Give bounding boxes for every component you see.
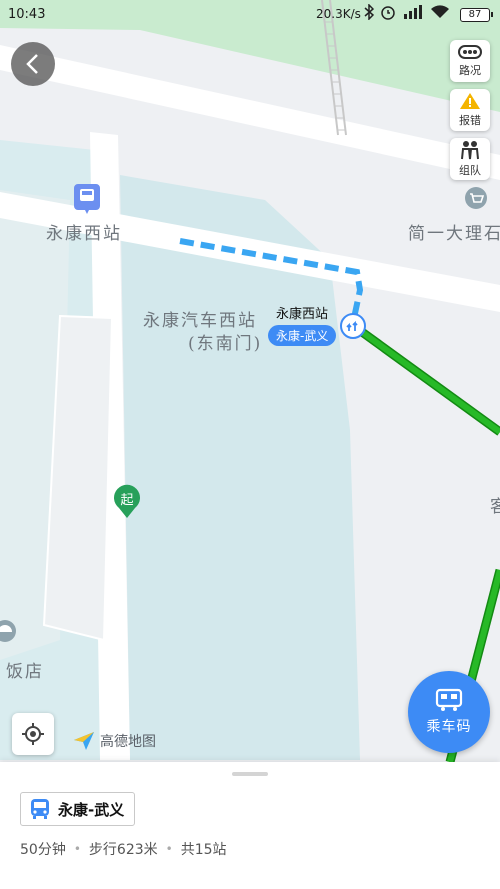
team-icon (461, 141, 479, 160)
map-label-west-station: 永康西站 (46, 224, 122, 244)
report-label: 报错 (459, 114, 481, 127)
route-stop-count: 共15站 (180, 842, 227, 858)
map-label-entrance-gate: (东南门) (188, 334, 263, 354)
status-icons (364, 4, 450, 20)
locate-button[interactable] (12, 713, 54, 755)
panel-drag-handle[interactable] (232, 772, 268, 776)
map-label-shop: 简一大理石 (408, 224, 500, 244)
report-button[interactable]: 报错 (450, 89, 490, 131)
back-button[interactable] (11, 42, 55, 86)
map-view[interactable]: 永康西站 永康汽车西站 (东南门) 简一大理石 饭店 客 永康西站 永康-武义 … (0, 0, 500, 762)
traffic-label: 路况 (459, 64, 481, 77)
map-base (0, 0, 500, 762)
signal-icon (404, 5, 422, 19)
boarding-station-name: 永康西站 (276, 307, 329, 322)
status-network-speed: 20.3K/s (316, 7, 361, 21)
start-pin-label: 起 (120, 493, 133, 508)
amap-logo-icon (74, 732, 94, 750)
route-summary: 50分钟 • 步行623米 • 共15站 (20, 839, 227, 859)
route-panel[interactable]: 永康-武义 50分钟 • 步行623米 • 共15站 (0, 762, 500, 889)
route-chip[interactable]: 永康-武义 (20, 792, 136, 826)
amap-logo-text: 高德地图 (100, 734, 156, 750)
map-label-restaurant: 饭店 (6, 662, 44, 682)
traffic-button[interactable]: 路况 (450, 40, 490, 82)
warning-icon (460, 93, 480, 109)
map-label-partial: 客 (490, 492, 500, 517)
traffic-icon (458, 45, 482, 59)
status-bar: 10:43 20.3K/s 87 (0, 0, 500, 30)
team-button[interactable]: 组队 (450, 138, 490, 180)
bus-icon (31, 799, 49, 819)
bus-card-icon (435, 688, 463, 711)
separator-dot: • (73, 842, 81, 856)
wifi-icon (431, 5, 449, 18)
route-walk-distance: 步行623米 (88, 842, 158, 858)
route-duration: 50分钟 (20, 842, 66, 858)
status-time: 10:43 (8, 7, 46, 22)
ride-code-button[interactable]: 乘车码 (408, 671, 490, 753)
map-label-bus-station-entrance: 永康汽车西站 (143, 311, 257, 331)
route-badge[interactable]: 永康-武义 (268, 325, 337, 346)
amap-logo: 高德地图 (72, 730, 156, 752)
screen: 永康西站 永康汽车西站 (东南门) 简一大理石 饭店 客 永康西站 永康-武义 … (0, 0, 500, 889)
route-name: 永康-武义 (58, 800, 125, 819)
locate-icon (22, 723, 44, 745)
start-pin-icon[interactable]: 起 (112, 484, 142, 520)
separator-dot: • (165, 842, 173, 856)
battery-indicator: 87 (460, 8, 493, 22)
alarm-icon (381, 6, 395, 20)
ride-code-label: 乘车码 (426, 719, 472, 735)
team-label: 组队 (459, 164, 481, 177)
transfer-icon (340, 313, 366, 339)
bluetooth-icon (364, 4, 374, 20)
chevron-left-icon (26, 54, 38, 74)
